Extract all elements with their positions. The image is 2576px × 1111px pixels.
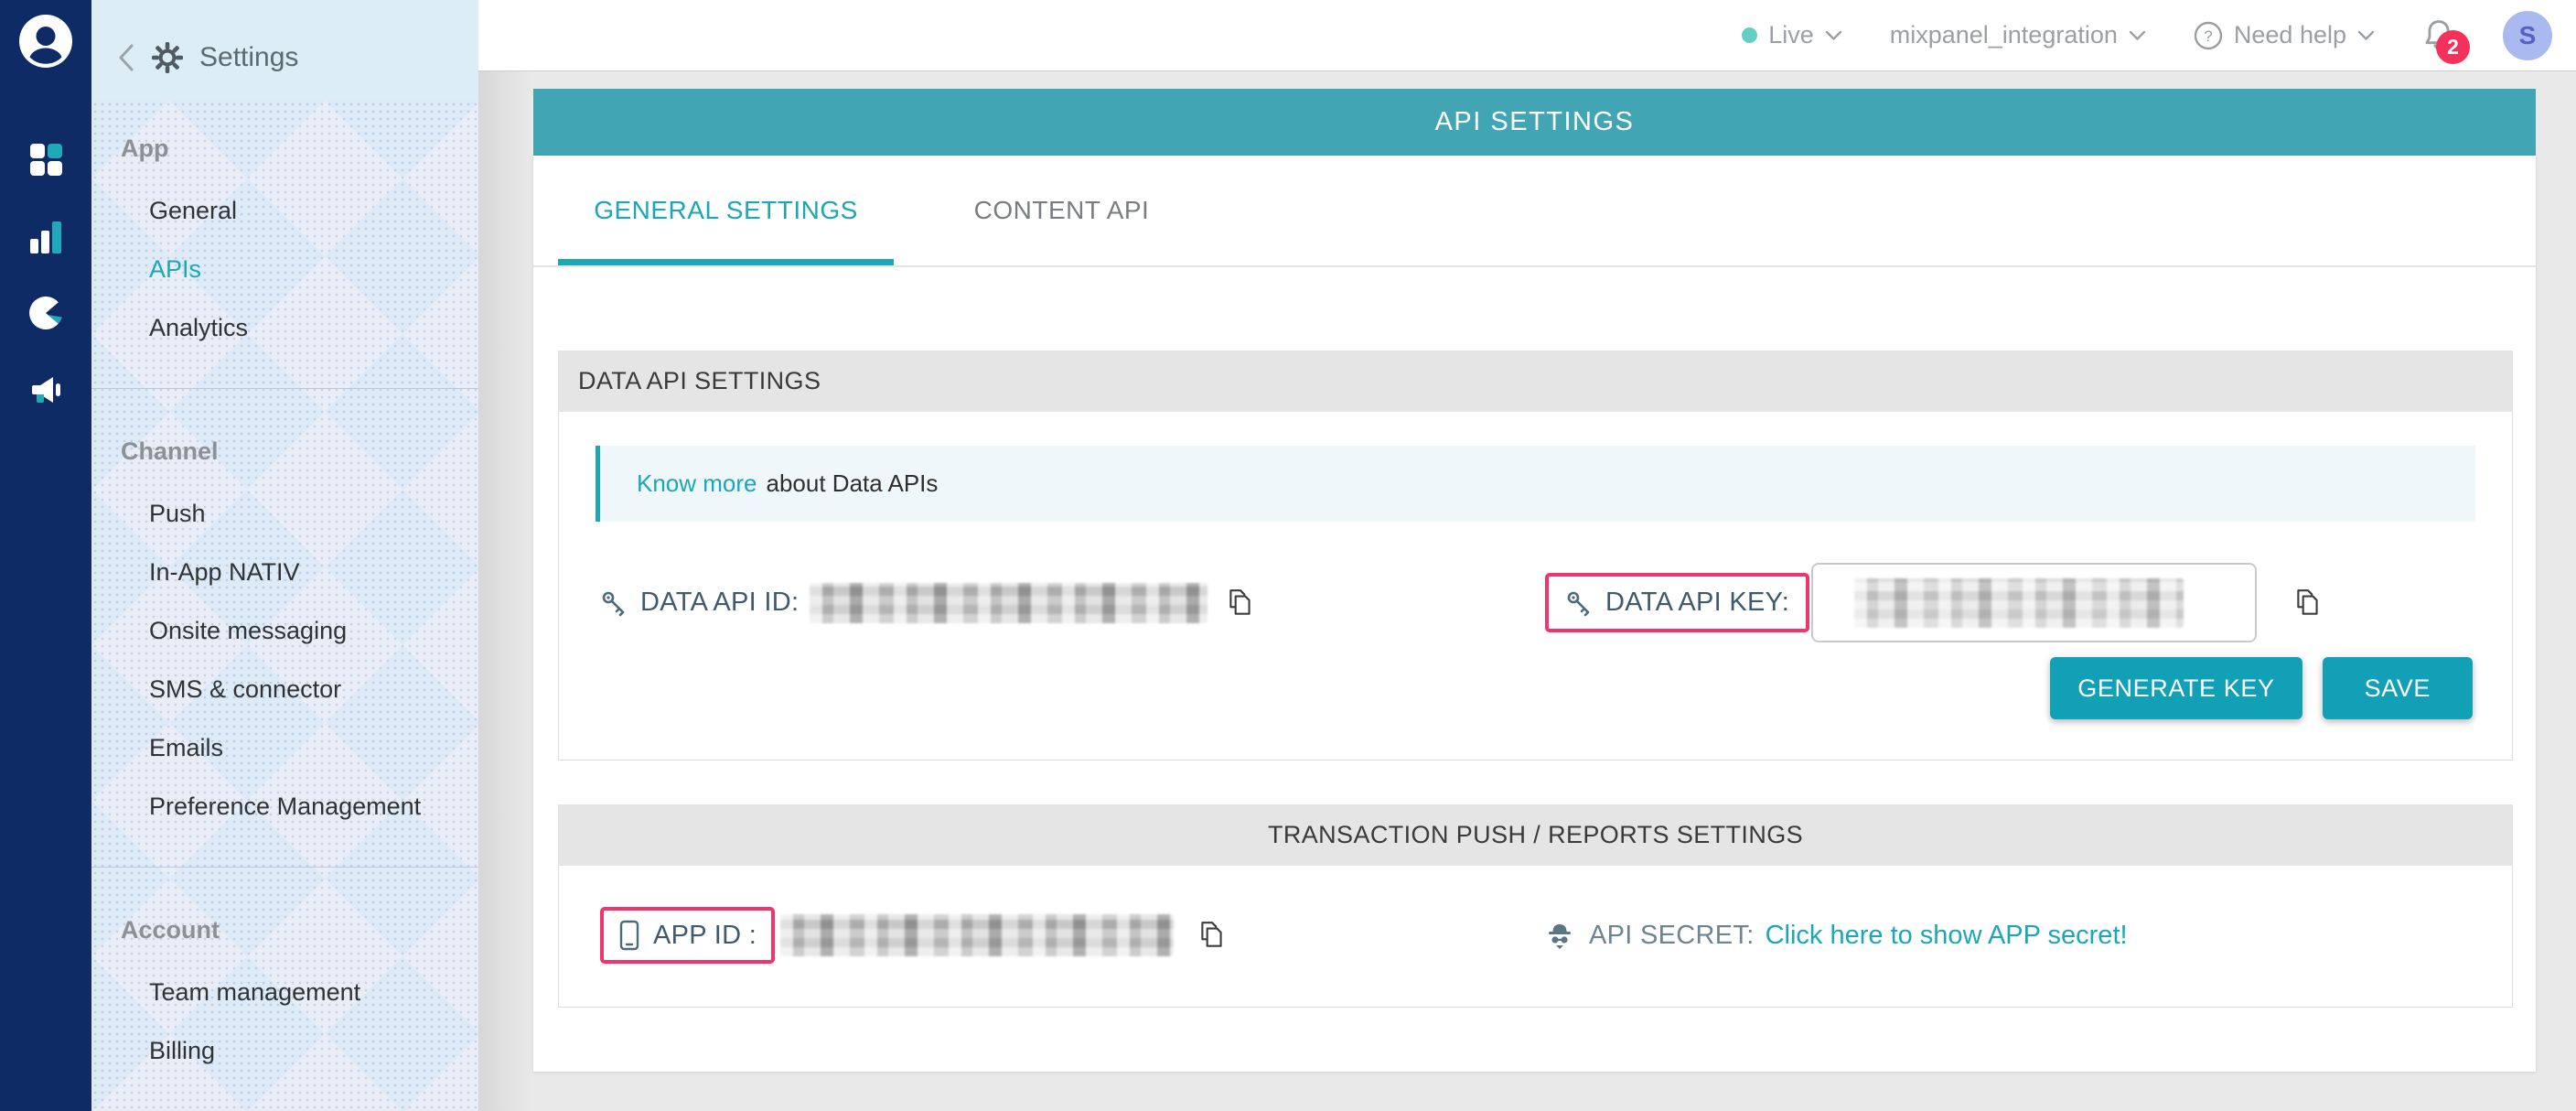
help-label: Need help bbox=[2234, 21, 2346, 49]
chevron-down-icon bbox=[1825, 30, 1842, 41]
page-title: API SETTINGS bbox=[1435, 107, 1635, 137]
sidebar-item-analytics[interactable]: Analytics bbox=[91, 314, 478, 341]
sidebar-item-sms-connector[interactable]: SMS & connector bbox=[91, 675, 478, 703]
data-api-id-value-redacted bbox=[810, 583, 1208, 623]
data-api-settings-title: DATA API SETTINGS bbox=[578, 367, 821, 395]
app-id-value-redacted bbox=[780, 914, 1174, 956]
live-label: Live bbox=[1768, 21, 1814, 49]
app-id-group: APP ID : bbox=[596, 907, 1530, 964]
help-menu[interactable]: ? Need help bbox=[2194, 21, 2375, 50]
pie-chart-icon[interactable] bbox=[28, 296, 63, 330]
sidebar-item-apis[interactable]: APIs bbox=[91, 255, 478, 283]
help-circle-icon: ? bbox=[2194, 21, 2223, 50]
sidebar-shadow bbox=[478, 71, 531, 1111]
avatar[interactable]: S bbox=[2503, 11, 2552, 60]
data-api-settings-panel: Know more about Data APIs bbox=[558, 412, 2513, 760]
back-chevron-icon[interactable] bbox=[117, 43, 135, 72]
sidebar-section-account: Account Team management Billing bbox=[91, 868, 478, 1111]
megaphone-icon[interactable] bbox=[28, 372, 63, 407]
save-button[interactable]: SAVE bbox=[2323, 657, 2473, 719]
data-api-id-group: DATA API ID: bbox=[596, 583, 1530, 623]
chevron-down-icon bbox=[2357, 30, 2375, 41]
copy-data-api-id-icon[interactable] bbox=[1226, 588, 1255, 619]
section-label-channel: Channel bbox=[91, 437, 478, 466]
settings-sidebar: Settings App General APIs Analytics Chan… bbox=[91, 0, 478, 1111]
tab-bar: GENERAL SETTINGS CONTENT API bbox=[533, 156, 2536, 267]
data-api-actions: GENERATE KEY SAVE bbox=[596, 657, 2475, 719]
know-more-banner: Know more about Data APIs bbox=[596, 446, 2475, 522]
know-more-text: about Data APIs bbox=[767, 469, 939, 498]
main-area: Live mixpanel_integration ? Need help bbox=[478, 0, 2576, 1111]
transaction-settings-title: TRANSACTION PUSH / REPORTS SETTINGS bbox=[1268, 821, 1803, 849]
apps-grid-icon[interactable] bbox=[29, 143, 63, 177]
copy-app-id-icon[interactable] bbox=[1197, 920, 1227, 951]
tab-content-api[interactable]: CONTENT API bbox=[894, 156, 1229, 265]
notifications-button[interactable]: 2 bbox=[2422, 18, 2455, 53]
data-api-id-label: DATA API ID: bbox=[640, 588, 799, 618]
app-id-highlight: APP ID : bbox=[600, 907, 775, 964]
know-more-link[interactable]: Know more bbox=[637, 469, 757, 498]
sidebar-item-inapp-nativ[interactable]: In-App NATIV bbox=[91, 558, 478, 586]
bar-chart-icon[interactable] bbox=[29, 219, 62, 253]
data-api-key-highlight: DATA API KEY: bbox=[1545, 573, 1809, 632]
settings-card: GENERAL SETTINGS CONTENT API DATA API SE… bbox=[533, 156, 2536, 1072]
project-name: mixpanel_integration bbox=[1890, 21, 2118, 49]
sidebar-item-billing[interactable]: Billing bbox=[91, 1037, 478, 1064]
data-api-key-value-redacted bbox=[1854, 578, 2184, 628]
topbar: Live mixpanel_integration ? Need help bbox=[478, 0, 2576, 71]
data-api-settings-header: DATA API SETTINGS bbox=[558, 351, 2513, 412]
sidebar-nav: App General APIs Analytics Channel Push … bbox=[91, 101, 478, 1111]
sidebar-item-emails[interactable]: Emails bbox=[91, 734, 478, 761]
app-id-label: APP ID : bbox=[653, 921, 757, 951]
spy-icon bbox=[1545, 921, 1574, 950]
transaction-settings-header: TRANSACTION PUSH / REPORTS SETTINGS bbox=[558, 804, 2513, 866]
api-secret-group: API SECRET: Click here to show APP secre… bbox=[1530, 921, 2475, 951]
generate-key-button[interactable]: GENERATE KEY bbox=[2050, 657, 2302, 719]
key-icon bbox=[1565, 589, 1593, 617]
project-switcher[interactable]: mixpanel_integration bbox=[1890, 21, 2146, 49]
environment-switcher[interactable]: Live bbox=[1742, 21, 1842, 49]
sidebar-item-preference-management[interactable]: Preference Management bbox=[91, 793, 478, 820]
data-api-key-group: DATA API KEY: bbox=[1530, 563, 2475, 642]
notification-badge: 2 bbox=[2436, 30, 2470, 64]
sidebar-section-channel: Channel Push In-App NATIV Onsite messagi… bbox=[91, 389, 478, 868]
transaction-row: APP ID : bbox=[596, 907, 2475, 964]
mobile-phone-icon bbox=[618, 920, 640, 951]
show-app-secret-link[interactable]: Click here to show APP secret! bbox=[1766, 921, 2128, 951]
live-status-dot bbox=[1742, 27, 1757, 43]
icon-rail bbox=[0, 0, 91, 1111]
section-label-account: Account bbox=[91, 916, 478, 944]
sidebar-item-general[interactable]: General bbox=[91, 197, 478, 224]
svg-text:?: ? bbox=[2204, 27, 2212, 45]
sidebar-section-app: App General APIs Analytics bbox=[91, 101, 478, 389]
chevron-down-icon bbox=[2129, 30, 2146, 41]
copy-data-api-key-icon[interactable] bbox=[2293, 588, 2323, 619]
section-label-app: App bbox=[91, 135, 478, 163]
sidebar-header: Settings bbox=[91, 0, 478, 101]
content-area: API SETTINGS GENERAL SETTINGS CONTENT AP… bbox=[478, 71, 2576, 1111]
gear-icon bbox=[152, 42, 183, 73]
transaction-settings-panel: APP ID : bbox=[558, 866, 2513, 1008]
app-root: Settings App General APIs Analytics Chan… bbox=[0, 0, 2576, 1111]
data-api-key-label: DATA API KEY: bbox=[1605, 588, 1789, 618]
sidebar-item-team-management[interactable]: Team management bbox=[91, 978, 478, 1006]
brand-logo-icon[interactable] bbox=[19, 15, 72, 68]
page-title-bar: API SETTINGS bbox=[533, 89, 2536, 156]
data-api-row: DATA API ID: bbox=[596, 563, 2475, 642]
sidebar-title: Settings bbox=[199, 42, 298, 73]
sidebar-item-onsite-messaging[interactable]: Onsite messaging bbox=[91, 617, 478, 644]
api-secret-label: API SECRET: bbox=[1589, 921, 1755, 951]
sidebar-item-push[interactable]: Push bbox=[91, 500, 478, 527]
key-icon bbox=[600, 589, 628, 617]
tab-general-settings[interactable]: GENERAL SETTINGS bbox=[558, 156, 894, 265]
data-api-key-input[interactable] bbox=[1811, 563, 2257, 642]
